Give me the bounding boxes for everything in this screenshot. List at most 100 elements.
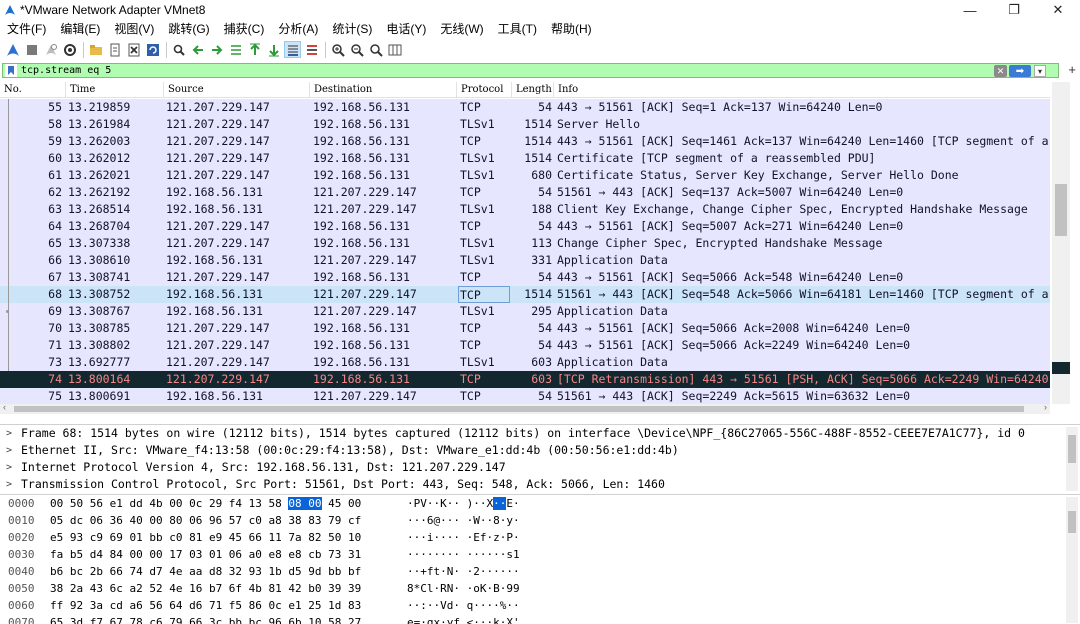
menu-telephony[interactable]: 电话(Y) xyxy=(379,20,433,39)
ascii-bytes[interactable]: ··:··Vd· q····%·· xyxy=(407,597,520,614)
detail-row-ethernet[interactable]: > Ethernet II, Src: VMware_f4:13:58 (00:0… xyxy=(0,442,1080,459)
colorize-icon[interactable] xyxy=(303,41,320,58)
packet-row[interactable]: 70 13.308785 121.207.229.147 192.168.56.131… xyxy=(0,320,1050,337)
hex-bytes[interactable]: ff 92 3a cd a6 56 64 d6 71 f5 86 0c e1 2… xyxy=(50,597,361,614)
expand-arrow-icon[interactable]: > xyxy=(6,476,12,492)
packet-row[interactable]: 58 13.261984 121.207.229.147 192.168.56.131… xyxy=(0,116,1050,133)
ascii-bytes[interactable]: ··+ft·N· ·2······ xyxy=(407,563,520,580)
packet-row[interactable]: 61 13.262021 121.207.229.147 192.168.56.131… xyxy=(0,167,1050,184)
hex-row[interactable]: 0050 38 2a 43 6c a2 52 4e 16 b7 6f 4b 81 … xyxy=(0,580,1080,597)
open-folder-icon[interactable] xyxy=(87,41,104,58)
menu-view[interactable]: 视图(V) xyxy=(107,20,161,39)
file-icon[interactable] xyxy=(106,41,123,58)
packet-row[interactable]: 62 13.262192 192.168.56.131 121.207.229.147… xyxy=(0,184,1050,201)
hex-row[interactable]: 0060 ff 92 3a cd a6 56 64 d6 71 f5 86 0c … xyxy=(0,597,1080,614)
hex-bytes[interactable]: 38 2a 43 6c a2 52 4e 16 b7 6f 4b 81 42 b… xyxy=(50,580,361,597)
ascii-bytes[interactable]: ···i···· ·Ef·z·P· xyxy=(407,529,520,546)
first-packet-icon[interactable] xyxy=(246,41,263,58)
column-header-time[interactable]: Time xyxy=(66,82,164,98)
display-filter-input[interactable] xyxy=(21,64,981,77)
close-button[interactable]: ✕ xyxy=(1036,0,1080,20)
go-to-packet-icon[interactable] xyxy=(227,41,244,58)
scroll-right-icon[interactable]: › xyxy=(1044,402,1047,412)
menu-statistics[interactable]: 统计(S) xyxy=(325,20,379,39)
options-gear-icon[interactable] xyxy=(61,41,78,58)
last-packet-icon[interactable] xyxy=(265,41,282,58)
scrollbar-thumb[interactable] xyxy=(14,406,1024,412)
hex-row[interactable]: 0000 00 50 56 e1 dd 4b 00 0c 29 f4 13 58 … xyxy=(0,495,1080,512)
hex-row[interactable]: 0070 65 3d f7 67 78 c6 79 66 3c bb bc 96 … xyxy=(0,614,1080,624)
zoom-in-icon[interactable] xyxy=(329,41,346,58)
clear-filter-button[interactable]: ✕ xyxy=(994,65,1007,77)
expand-arrow-icon[interactable]: > xyxy=(6,425,12,442)
hex-bytes[interactable]: 00 50 56 e1 dd 4b 00 0c 29 f4 13 58 08 0… xyxy=(50,495,361,512)
go-back-icon[interactable] xyxy=(189,41,206,58)
zoom-normal-icon[interactable] xyxy=(367,41,384,58)
stop-icon[interactable] xyxy=(23,41,40,58)
column-header-protocol[interactable]: Protocol xyxy=(457,82,512,98)
column-header-destination[interactable]: Destination xyxy=(310,82,457,98)
shark-fin-start-icon[interactable] xyxy=(4,41,21,58)
packet-row[interactable]: 69 13.308767 192.168.56.131 121.207.229.147… xyxy=(0,303,1050,320)
packet-list-horizontal-scrollbar[interactable]: ‹ › xyxy=(0,402,1050,414)
packet-row[interactable]: 59 13.262003 121.207.229.147 192.168.56.131… xyxy=(0,133,1050,150)
hex-bytes[interactable]: e5 93 c9 69 01 bb c0 81 e9 45 66 11 7a 8… xyxy=(50,529,361,546)
column-header-length[interactable]: Length xyxy=(512,82,554,98)
scrollbar-thumb[interactable] xyxy=(1068,435,1076,463)
detail-row-tcp[interactable]: > Transmission Control Protocol, Src Port… xyxy=(0,476,1080,492)
scrollbar-thumb[interactable] xyxy=(1068,511,1076,533)
search-icon[interactable] xyxy=(170,41,187,58)
hex-bytes[interactable]: 05 dc 06 36 40 00 80 06 96 57 c0 a8 38 8… xyxy=(50,512,361,529)
restore-button[interactable]: ❐ xyxy=(992,0,1036,20)
packet-row[interactable]: 67 13.308741 121.207.229.147 192.168.56.131… xyxy=(0,269,1050,286)
packet-row[interactable]: 63 13.268514 192.168.56.131 121.207.229.147… xyxy=(0,201,1050,218)
menu-help[interactable]: 帮助(H) xyxy=(544,20,599,39)
menu-wireless[interactable]: 无线(W) xyxy=(433,20,490,39)
resize-columns-icon[interactable] xyxy=(386,41,403,58)
ascii-bytes[interactable]: ········ ······s1 xyxy=(407,546,520,563)
packet-list-vertical-scrollbar[interactable] xyxy=(1052,82,1070,404)
bookmark-icon[interactable] xyxy=(5,64,17,77)
filter-history-dropdown[interactable]: ▾ xyxy=(1034,65,1046,77)
hex-row[interactable]: 0020 e5 93 c9 69 01 bb c0 81 e9 45 66 11 … xyxy=(0,529,1080,546)
menu-go[interactable]: 跳转(G) xyxy=(161,20,216,39)
ascii-bytes[interactable]: 8*Cl·RN· ·oK·B·99 xyxy=(407,580,520,597)
expand-arrow-icon[interactable]: > xyxy=(6,442,12,459)
packet-row[interactable]: 74 13.800164 121.207.229.147 192.168.56.131… xyxy=(0,371,1050,388)
hex-bytes[interactable]: fa b5 d4 84 00 00 17 03 01 06 a0 e8 e8 c… xyxy=(50,546,361,563)
packet-row[interactable]: 60 13.262012 121.207.229.147 192.168.56.131… xyxy=(0,150,1050,167)
menu-analyze[interactable]: 分析(A) xyxy=(271,20,325,39)
packet-row[interactable]: 66 13.308610 192.168.56.131 121.207.229.147… xyxy=(0,252,1050,269)
detail-row-ip[interactable]: > Internet Protocol Version 4, Src: 192.1… xyxy=(0,459,1080,476)
apply-filter-button[interactable]: ➡ xyxy=(1009,65,1031,77)
ascii-bytes[interactable]: ···6@··· ·W··8·y· xyxy=(407,512,520,529)
expand-arrow-icon[interactable]: > xyxy=(6,459,12,476)
detail-row-frame[interactable]: > Frame 68: 1514 bytes on wire (12112 bit… xyxy=(0,425,1080,442)
hex-bytes[interactable]: b6 bc 2b 66 74 d7 4e aa d8 32 93 1b d5 9… xyxy=(50,563,361,580)
scroll-left-icon[interactable]: ‹ xyxy=(3,402,6,412)
packet-row[interactable]: 65 13.307338 121.207.229.147 192.168.56.131… xyxy=(0,235,1050,252)
hex-bytes[interactable]: 65 3d f7 67 78 c6 79 66 3c bb bc 96 6b 1… xyxy=(50,614,361,624)
menu-file[interactable]: 文件(F) xyxy=(0,20,53,39)
hex-row[interactable]: 0040 b6 bc 2b 66 74 d7 4e aa d8 32 93 1b … xyxy=(0,563,1080,580)
bytes-vertical-scrollbar[interactable] xyxy=(1066,497,1078,623)
zoom-out-icon[interactable] xyxy=(348,41,365,58)
minimize-button[interactable]: — xyxy=(948,0,992,20)
packet-row[interactable]: 55 13.219859 121.207.229.147 192.168.56.131… xyxy=(0,99,1050,116)
packet-row[interactable]: 73 13.692777 121.207.229.147 192.168.56.131… xyxy=(0,354,1050,371)
packet-row[interactable]: 71 13.308802 121.207.229.147 192.168.56.131… xyxy=(0,337,1050,354)
packet-row[interactable]: 64 13.268704 121.207.229.147 192.168.56.131… xyxy=(0,218,1050,235)
go-forward-icon[interactable] xyxy=(208,41,225,58)
packet-row[interactable]: 75 13.800691 192.168.56.131 121.207.229.147… xyxy=(0,388,1050,405)
column-header-info[interactable]: Info xyxy=(554,82,1050,98)
add-filter-button[interactable]: + xyxy=(1068,61,1076,79)
menu-tools[interactable]: 工具(T) xyxy=(491,20,544,39)
restart-icon[interactable] xyxy=(42,41,59,58)
close-file-icon[interactable] xyxy=(125,41,142,58)
scrollbar-thumb[interactable] xyxy=(1055,184,1067,236)
autoscroll-icon[interactable] xyxy=(284,41,301,58)
menu-capture[interactable]: 捕获(C) xyxy=(217,20,272,39)
hex-row[interactable]: 0010 05 dc 06 36 40 00 80 06 96 57 c0 a8 … xyxy=(0,512,1080,529)
menu-edit[interactable]: 编辑(E) xyxy=(53,20,107,39)
ascii-bytes[interactable]: e=·gx·yf <···k·X' xyxy=(407,614,520,624)
